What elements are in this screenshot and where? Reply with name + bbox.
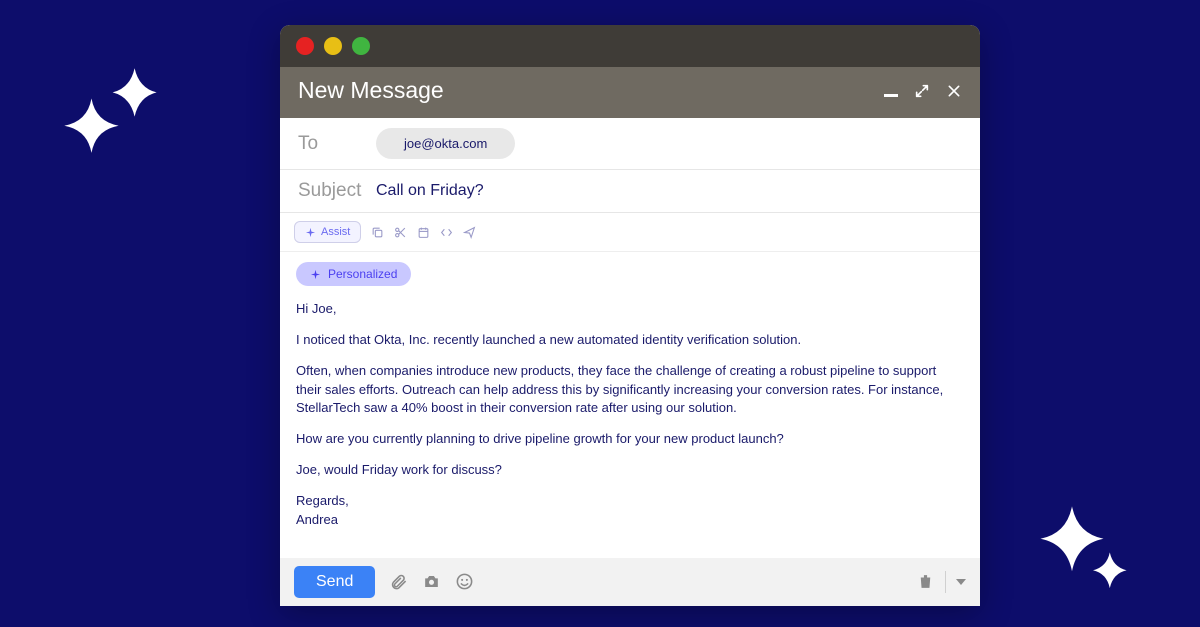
body-paragraph: Joe, would Friday work for discuss? — [296, 461, 964, 479]
body-paragraph: I noticed that Okta, Inc. recently launc… — [296, 331, 964, 349]
compose-footer: Send — [280, 558, 980, 606]
calendar-icon[interactable] — [417, 226, 430, 239]
trash-icon[interactable] — [916, 572, 935, 591]
emoji-icon[interactable] — [455, 572, 474, 591]
sparkle-icon — [1030, 502, 1135, 607]
compose-title: New Message — [298, 77, 444, 104]
body-paragraph: Often, when companies introduce new prod… — [296, 362, 964, 417]
expand-icon[interactable] — [914, 83, 930, 99]
compose-header: New Message — [280, 67, 980, 118]
titlebar — [280, 25, 980, 67]
personalized-tag[interactable]: Personalized — [296, 262, 411, 286]
subject-value: Call on Friday? — [376, 182, 484, 200]
body-paragraph: How are you currently planning to drive … — [296, 430, 964, 448]
footer-left: Send — [294, 566, 474, 598]
more-options-caret[interactable] — [956, 579, 966, 585]
subject-field-row[interactable]: Subject Call on Friday? — [280, 170, 980, 213]
scissors-icon[interactable] — [394, 226, 407, 239]
body-paragraph: Regards, — [296, 492, 964, 510]
attachment-icon[interactable] — [389, 572, 408, 591]
code-icon[interactable] — [440, 226, 453, 239]
to-label: To — [298, 133, 376, 155]
divider — [945, 571, 946, 593]
close-icon[interactable] — [946, 83, 962, 99]
assist-button[interactable]: Assist — [294, 221, 361, 243]
composer-toolbar: Assist — [280, 213, 980, 252]
sparkle-icon — [62, 55, 172, 165]
camera-icon[interactable] — [422, 572, 441, 591]
copy-icon[interactable] — [371, 226, 384, 239]
compose-window: New Message To joe@okta.com Subject Call… — [280, 25, 980, 606]
minimize-icon[interactable] — [884, 94, 898, 97]
personalized-label: Personalized — [328, 267, 397, 281]
body-paragraph: Hi Joe, — [296, 300, 964, 318]
close-dot[interactable] — [296, 37, 314, 55]
send-plane-icon[interactable] — [463, 226, 476, 239]
to-recipient-chip[interactable]: joe@okta.com — [376, 128, 515, 159]
email-body-text: Hi Joe, I noticed that Okta, Inc. recent… — [296, 300, 964, 529]
subject-label: Subject — [298, 180, 376, 202]
minimize-dot[interactable] — [324, 37, 342, 55]
header-actions — [884, 83, 962, 99]
send-button[interactable]: Send — [294, 566, 375, 598]
to-field-row[interactable]: To joe@okta.com — [280, 118, 980, 170]
sparkle-icon — [305, 227, 316, 238]
body-paragraph: Andrea — [296, 511, 964, 529]
sparkle-icon — [310, 269, 321, 280]
maximize-dot[interactable] — [352, 37, 370, 55]
footer-right — [916, 571, 966, 593]
assist-label: Assist — [321, 226, 350, 238]
compose-body[interactable]: Personalized Hi Joe, I noticed that Okta… — [280, 252, 980, 558]
